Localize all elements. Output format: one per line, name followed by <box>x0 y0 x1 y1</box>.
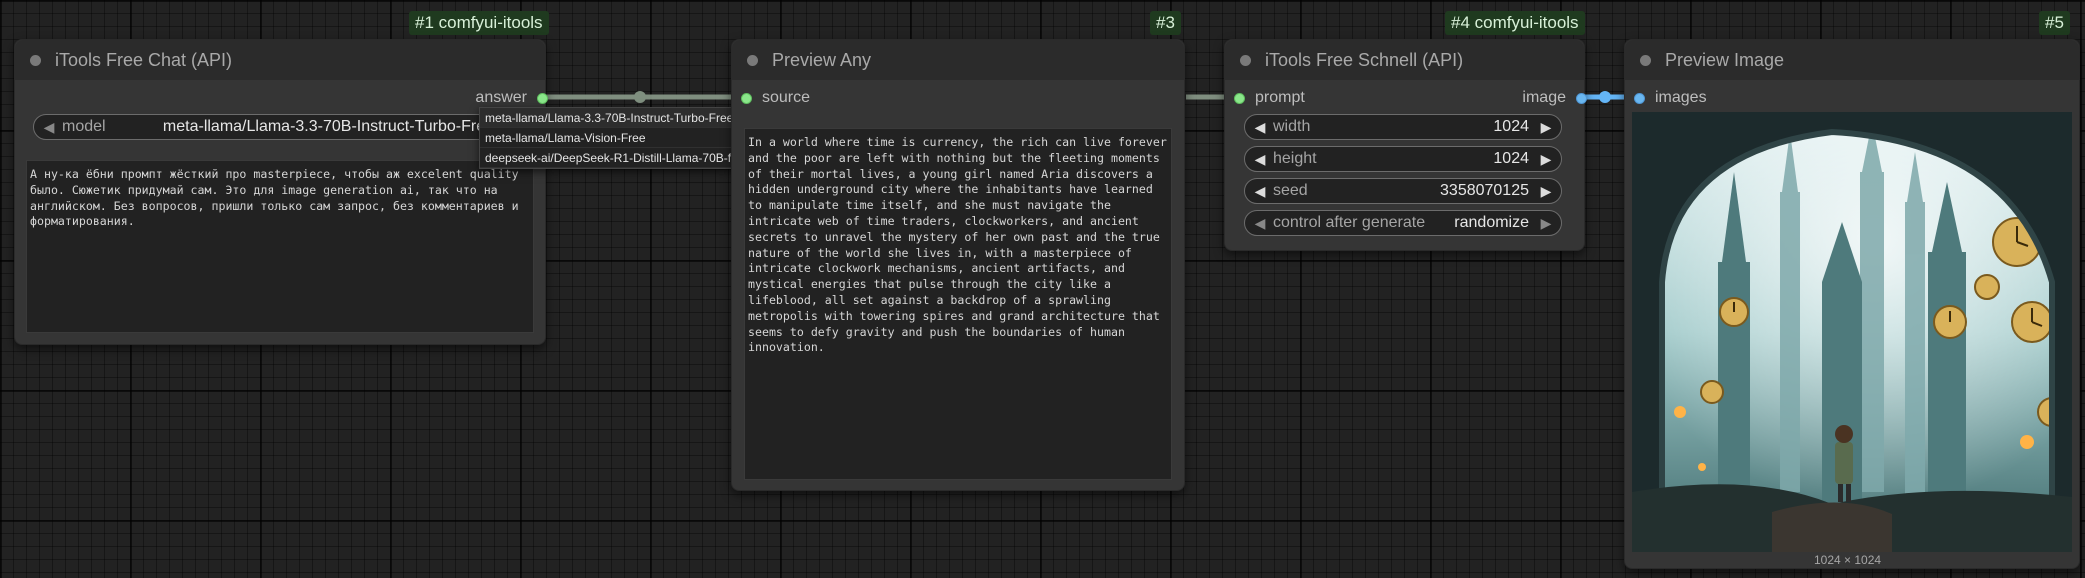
input-label-source: source <box>762 89 811 106</box>
collapse-toggle-icon[interactable] <box>30 55 41 66</box>
node-title-bar[interactable]: Preview Any <box>732 40 1184 80</box>
node-itools-free-chat[interactable]: iTools Free Chat (API) answer ◀ model me… <box>14 39 548 345</box>
output-label-answer: answer <box>475 89 527 106</box>
input-connector-dot-icon[interactable] <box>741 92 752 104</box>
input-connector-dot-icon[interactable] <box>1634 92 1645 104</box>
output-connector-dot-icon[interactable] <box>537 92 548 104</box>
output-connector-dot-icon[interactable] <box>1576 92 1587 104</box>
output-slot-answer[interactable]: answer <box>475 88 548 108</box>
decrement-arrow-icon[interactable]: ◀ <box>1253 119 1267 136</box>
model-widget-label: model <box>62 118 106 135</box>
image-dimensions-label: 1024 × 1024 <box>1814 553 1882 567</box>
collapse-toggle-icon[interactable] <box>747 55 758 66</box>
node-graph-canvas[interactable]: #1 comfyui-itools #3 #4 comfyui-itools #… <box>0 0 2085 578</box>
node-badge-5: #5 <box>2039 11 2070 35</box>
control-widget-label: control after generate <box>1273 214 1426 231</box>
dropdown-option[interactable]: meta-llama/Llama-3.3-70B-Instruct-Turbo-… <box>480 108 743 128</box>
output-label-image: image <box>1522 89 1566 106</box>
model-widget-value: meta-llama/Llama-3.3-70B-Instruct-Turbo-… <box>162 118 494 135</box>
preview-text-output[interactable]: In a world where time is currency, the r… <box>744 128 1172 480</box>
combo-right-arrow-icon[interactable]: ▶ <box>1539 215 1553 232</box>
seed-number-widget[interactable]: ◀ seed 3358070125 ▶ <box>1244 178 1562 204</box>
seed-widget-label: seed <box>1273 182 1308 199</box>
input-connector-dot-icon[interactable] <box>1234 92 1245 104</box>
increment-arrow-icon[interactable]: ▶ <box>1539 119 1553 136</box>
collapse-toggle-icon[interactable] <box>1240 55 1251 66</box>
height-widget-label: height <box>1273 150 1317 167</box>
input-label-prompt: prompt <box>1255 89 1305 106</box>
increment-arrow-icon[interactable]: ▶ <box>1539 183 1553 200</box>
collapse-toggle-icon[interactable] <box>1640 55 1651 66</box>
node-title: Preview Any <box>772 49 872 70</box>
decrement-arrow-icon[interactable]: ◀ <box>1253 183 1267 200</box>
dropdown-option[interactable]: meta-llama/Llama-Vision-Free <box>480 128 743 148</box>
input-slot-prompt[interactable]: prompt <box>1234 88 1305 108</box>
clockwork-city-picture <box>1632 112 2072 552</box>
node-badge-4: #4 comfyui-itools <box>1445 11 1585 35</box>
input-slot-images[interactable]: images <box>1634 88 1707 108</box>
seed-widget-value: 3358070125 <box>1440 182 1529 199</box>
width-widget-label: width <box>1273 118 1311 135</box>
generated-image[interactable] <box>1632 112 2072 552</box>
prompt-textarea[interactable]: А ну-ка ёбни промпт жёсткий про masterpi… <box>26 160 534 333</box>
combo-left-arrow-icon[interactable]: ◀ <box>1253 215 1267 232</box>
node-title-bar[interactable]: iTools Free Chat (API) <box>15 40 545 80</box>
decrement-arrow-icon[interactable]: ◀ <box>1253 151 1267 168</box>
node-badge-1: #1 comfyui-itools <box>409 11 549 35</box>
output-slot-image[interactable]: image <box>1522 88 1587 108</box>
node-badge-3: #3 <box>1150 11 1181 35</box>
node-title: Preview Image <box>1665 49 1785 70</box>
dropdown-option[interactable]: deepseek-ai/DeepSeek-R1-Distill-Llama-70… <box>480 148 748 168</box>
height-number-widget[interactable]: ◀ height 1024 ▶ <box>1244 146 1562 172</box>
combo-left-arrow-icon[interactable]: ◀ <box>42 119 56 136</box>
node-title-bar[interactable]: iTools Free Schnell (API) <box>1225 40 1584 80</box>
input-label-images: images <box>1655 89 1707 106</box>
node-title: iTools Free Schnell (API) <box>1265 49 1464 70</box>
link-midpoint-image-images[interactable] <box>1599 91 1611 103</box>
node-preview-any[interactable]: Preview Any source In a world where time… <box>731 39 1185 491</box>
control-after-generate-combo[interactable]: ◀ control after generate randomize ▶ <box>1244 210 1562 236</box>
model-dropdown-menu[interactable]: meta-llama/Llama-3.3-70B-Instruct-Turbo-… <box>479 107 748 169</box>
height-widget-value: 1024 <box>1493 150 1529 167</box>
input-slot-source[interactable]: source <box>741 88 810 108</box>
node-title-bar[interactable]: Preview Image <box>1625 40 2079 80</box>
increment-arrow-icon[interactable]: ▶ <box>1539 151 1553 168</box>
control-widget-value: randomize <box>1454 214 1529 231</box>
node-itools-free-schnell[interactable]: iTools Free Schnell (API) prompt image ◀… <box>1224 39 1587 251</box>
width-number-widget[interactable]: ◀ width 1024 ▶ <box>1244 114 1562 140</box>
link-midpoint-answer-source[interactable] <box>634 91 646 103</box>
width-widget-value: 1024 <box>1493 118 1529 135</box>
model-combo-widget[interactable]: ◀ model meta-llama/Llama-3.3-70B-Instruc… <box>33 114 503 140</box>
node-title: iTools Free Chat (API) <box>55 49 233 70</box>
